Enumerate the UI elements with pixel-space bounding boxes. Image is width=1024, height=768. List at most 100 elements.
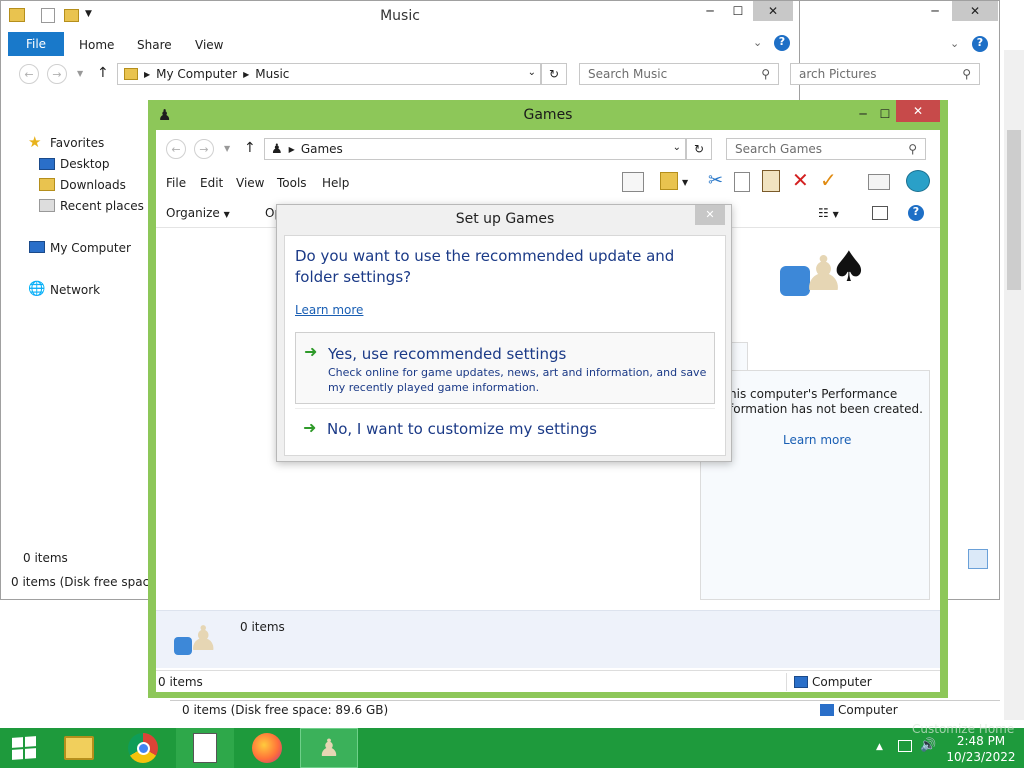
breadcrumb-computer[interactable]: My Computer: [156, 67, 237, 81]
breadcrumb-games[interactable]: Games: [301, 142, 343, 156]
taskbar-file-explorer[interactable]: [50, 728, 108, 768]
performance-text: his computer's Performance formation has…: [729, 387, 923, 416]
tab-view[interactable]: View: [195, 38, 223, 52]
taskbar-games[interactable]: ♟: [300, 728, 358, 768]
start-button[interactable]: [0, 728, 48, 768]
nav-favorites[interactable]: Favorites: [50, 136, 104, 150]
pictures-search-input[interactable]: arch Pictures ⚲: [790, 63, 980, 85]
tab-share[interactable]: Share: [137, 38, 172, 52]
breadcrumb-music[interactable]: Music: [255, 67, 289, 81]
close-button[interactable]: ✕: [952, 1, 998, 21]
search-icon: ⚲: [962, 67, 971, 81]
tab-home[interactable]: Home: [79, 38, 114, 52]
checkmark-icon[interactable]: ✓: [820, 168, 837, 192]
scrollbar-thumb[interactable]: [1007, 130, 1021, 290]
search-icon: ⚲: [761, 67, 770, 81]
tab-file[interactable]: File: [8, 32, 64, 56]
help-icon[interactable]: ?: [908, 205, 924, 221]
vertical-scrollbar[interactable]: [1004, 50, 1024, 720]
menu-tools[interactable]: Tools: [277, 176, 307, 190]
dialog-close-button[interactable]: ✕: [695, 205, 725, 225]
address-dropdown-icon[interactable]: ⌄: [673, 142, 681, 153]
menu-view[interactable]: View: [236, 176, 264, 190]
up-button[interactable]: ↑: [244, 140, 256, 156]
clock-time: 2:48 PM: [956, 734, 1006, 748]
computer-icon: [29, 241, 45, 253]
volume-icon[interactable]: 🔊: [920, 738, 936, 753]
music-titlebar: ▼ Music ─ ☐ ✕: [1, 1, 799, 31]
downloads-icon: [39, 178, 55, 191]
folder-options-icon[interactable]: [660, 172, 678, 190]
ribbon-expand-icon[interactable]: ⌄: [753, 36, 762, 49]
forward-button[interactable]: →: [47, 64, 67, 84]
menu-file[interactable]: File: [166, 176, 186, 190]
option-recommended-desc: Check online for game updates, news, art…: [328, 366, 707, 394]
music-search-input[interactable]: Search Music ⚲: [579, 63, 779, 85]
menu-help[interactable]: Help: [322, 176, 349, 190]
up-button[interactable]: ↑: [97, 65, 109, 81]
minimize-button[interactable]: ─: [695, 1, 725, 21]
computer-icon: [820, 704, 834, 716]
file-explorer-icon: [64, 736, 94, 760]
nav-desktop[interactable]: Desktop: [60, 157, 110, 171]
option-recommended[interactable]: ➜ Yes, use recommended settings Check on…: [295, 332, 715, 404]
games-search-input[interactable]: Search Games ⚲: [726, 138, 926, 160]
maximize-button[interactable]: ☐: [723, 1, 753, 21]
dialog-question: Do you want to use the recommended updat…: [295, 247, 675, 286]
nav-network[interactable]: Network: [50, 283, 100, 297]
performance-learn-more-link[interactable]: Learn more: [783, 433, 851, 447]
email-icon[interactable]: [868, 174, 890, 190]
menu-edit[interactable]: Edit: [200, 176, 223, 190]
close-button[interactable]: ✕: [896, 100, 940, 122]
network-tray-icon[interactable]: [898, 740, 912, 752]
delete-icon[interactable]: ✕: [792, 168, 809, 192]
more-games-icon[interactable]: [906, 170, 930, 192]
spade-icon: ♠: [830, 242, 868, 291]
dialog-learn-more-link[interactable]: Learn more: [295, 303, 363, 317]
favorites-star-icon: ★: [28, 133, 42, 151]
clock[interactable]: 2:48 PM 10/23/2022: [946, 733, 1016, 765]
option-customize[interactable]: ➜ No, I want to customize my settings: [295, 408, 715, 444]
preview-toggle-icon[interactable]: [872, 206, 888, 220]
status-item-count: 0 items: [158, 675, 203, 689]
large-icons-view-button[interactable]: [968, 549, 988, 569]
view-options-icon[interactable]: ☷ ▼: [818, 206, 839, 220]
recent-dropdown-icon[interactable]: ▼: [224, 144, 230, 153]
back-button[interactable]: ←: [166, 139, 186, 159]
start-icon: [12, 736, 36, 760]
nav-my-computer[interactable]: My Computer: [50, 241, 131, 255]
refresh-button[interactable]: ↻: [541, 63, 567, 85]
options-dropdown-icon[interactable]: ▼: [682, 178, 688, 187]
help-icon[interactable]: ?: [972, 36, 988, 52]
nav-downloads[interactable]: Downloads: [60, 178, 126, 192]
preview-pane-icon[interactable]: [622, 172, 644, 192]
organize-button[interactable]: Organize ▼: [166, 206, 230, 220]
help-icon[interactable]: ?: [774, 35, 790, 51]
taskbar-chrome[interactable]: [114, 728, 172, 768]
show-hidden-icons[interactable]: ▲: [876, 742, 883, 752]
refresh-button[interactable]: ↻: [686, 138, 712, 160]
copy-icon[interactable]: [734, 172, 750, 192]
taskbar-notepad[interactable]: [176, 728, 234, 768]
recent-dropdown-icon[interactable]: ▼: [77, 69, 83, 78]
paste-icon[interactable]: [762, 170, 780, 192]
ribbon-expand-icon[interactable]: ⌄: [950, 37, 959, 50]
cut-icon[interactable]: ✂: [708, 170, 723, 191]
address-bar[interactable]: ♟ ▶ Games ⌄: [264, 138, 686, 160]
network-icon: 🌐: [28, 281, 46, 297]
close-button[interactable]: ✕: [753, 1, 793, 21]
navigation-pane: ★ Favorites Desktop Downloads Recent pla…: [1, 121, 151, 571]
window-title: Music: [380, 8, 420, 24]
game-art-icon: ♟ ♠: [776, 242, 872, 320]
nav-recent-places[interactable]: Recent places: [60, 199, 144, 213]
item-count: 0 items: [23, 551, 68, 565]
search-placeholder: Search Music: [588, 67, 668, 81]
taskbar-firefox[interactable]: [238, 728, 296, 768]
forward-button[interactable]: →: [194, 139, 214, 159]
behind-status-text: 0 items (Disk free space: 89.6 GB): [182, 703, 389, 717]
back-button[interactable]: ←: [19, 64, 39, 84]
address-bar[interactable]: ▶ My Computer ▶ Music ⌄: [117, 63, 541, 85]
address-dropdown-icon[interactable]: ⌄: [528, 67, 536, 78]
minimize-button[interactable]: ─: [920, 1, 950, 21]
recent-places-icon: [39, 199, 55, 212]
